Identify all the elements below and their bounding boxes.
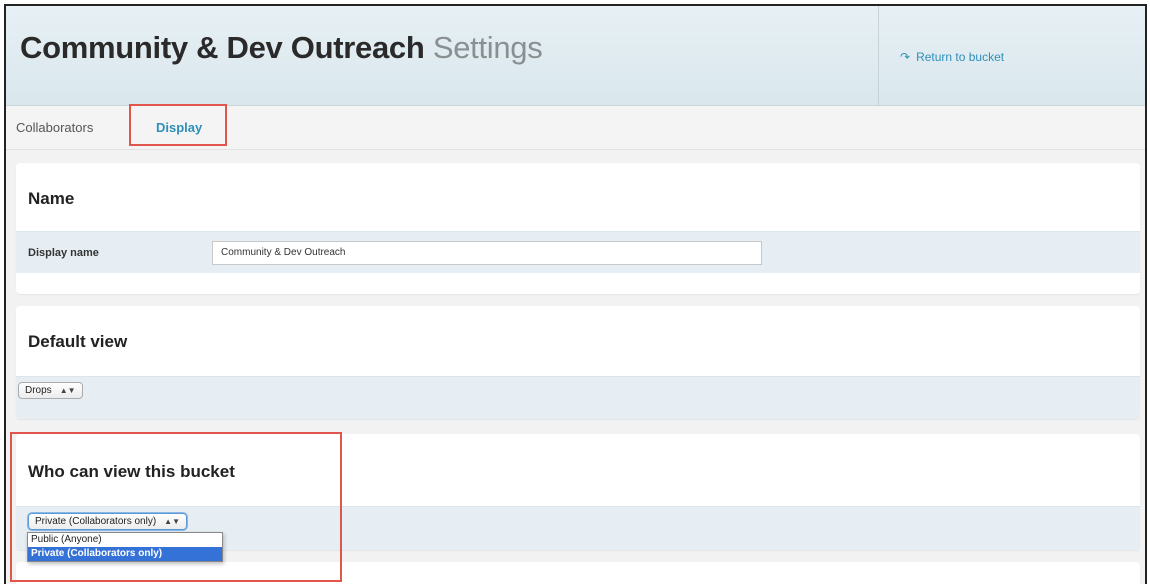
visibility-select[interactable]: Private (Collaborators only) ▲▼ [28,513,188,530]
name-panel-body: Display name Community & Dev Outreach [16,231,1140,273]
page-header: Community & Dev Outreach Settings ↷ Retur… [6,6,1145,106]
return-arrow-icon: ↷ [900,50,911,64]
bucket-name-title: Community & Dev Outreach [20,30,425,65]
display-name-label: Display name [28,247,99,259]
settings-title-suffix: Settings [432,30,543,65]
select-arrows-icon: ▲▼ [164,517,181,526]
return-to-bucket-link[interactable]: ↷ Return to bucket [900,50,1004,64]
name-panel: Name Display name Community & Dev Outrea… [16,163,1140,294]
visibility-dropdown-menu: Public (Anyone) Private (Collaborators o… [27,532,223,562]
tab-collaborators[interactable]: Collaborators [16,120,93,135]
display-name-input[interactable]: Community & Dev Outreach [212,241,762,265]
tab-display[interactable]: Display [156,120,202,135]
return-link-label: Return to bucket [916,50,1005,64]
default-view-panel-body [16,376,1140,419]
visibility-select-value: Private (Collaborators only) [35,516,157,527]
default-view-panel: Default view [16,306,1140,419]
name-heading: Name [28,189,75,208]
select-arrows-icon: ▲▼ [59,386,76,395]
option-private[interactable]: Private (Collaborators only) [28,547,222,561]
default-view-select-value: Drops [25,385,52,396]
header-divider [878,6,879,106]
who-can-view-heading: Who can view this bucket [28,462,235,481]
settings-tabs: Collaborators Display [6,106,1145,150]
option-public[interactable]: Public (Anyone) [28,533,222,547]
default-view-select[interactable]: Drops ▲▼ [18,382,83,399]
next-panel [16,562,1140,584]
default-view-heading: Default view [28,332,128,351]
page-title: Community & Dev Outreach Settings [20,30,543,66]
settings-window: Community & Dev Outreach Settings ↷ Retur… [4,4,1147,584]
